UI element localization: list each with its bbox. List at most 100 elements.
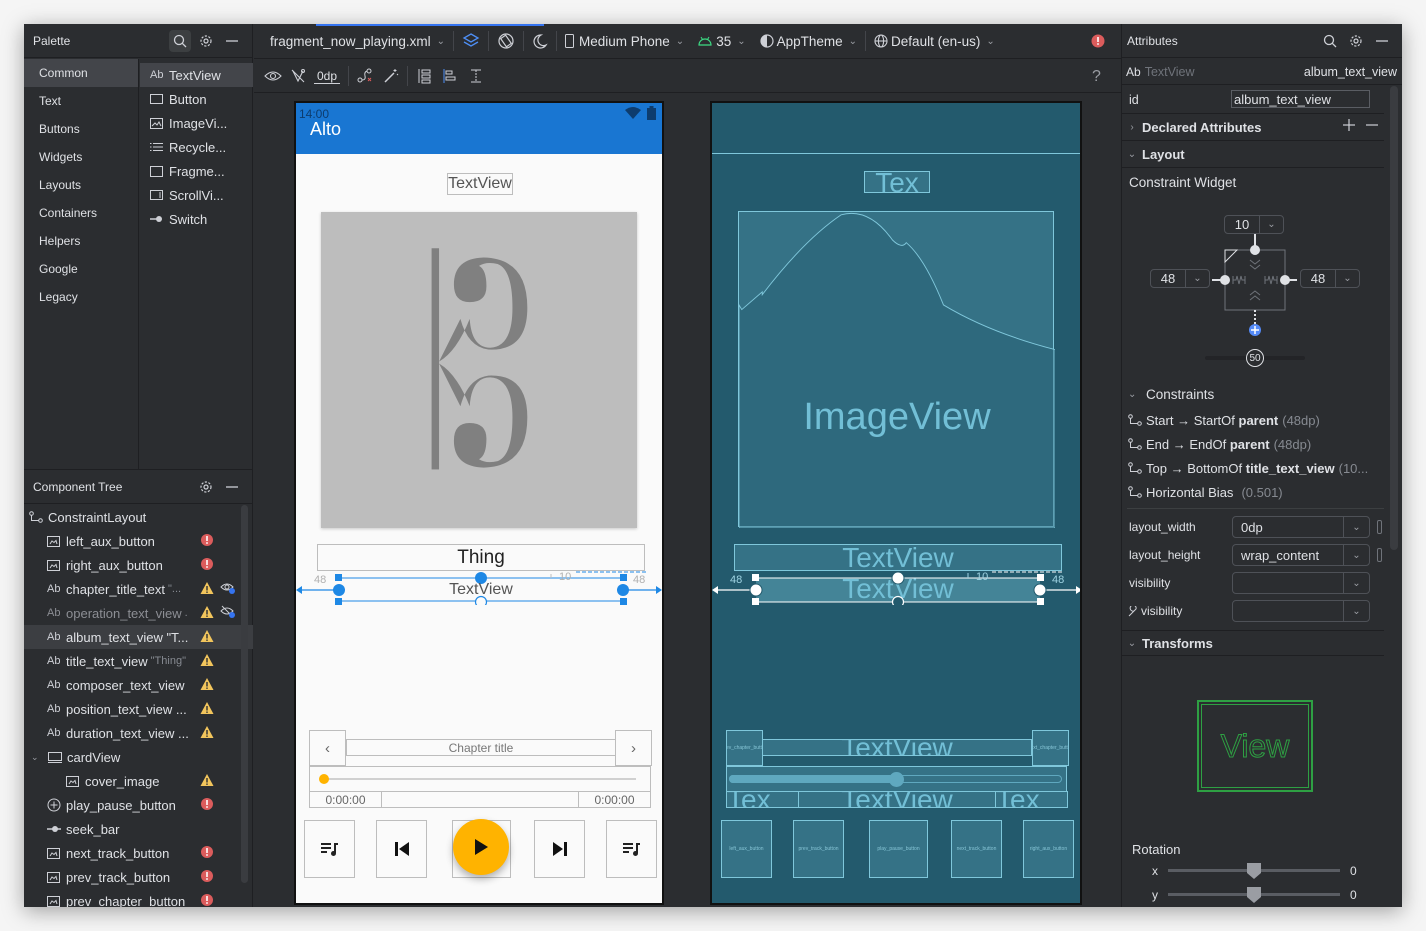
warning-icon[interactable] [200, 605, 216, 621]
attributes-scrollbar[interactable] [1390, 86, 1398, 550]
tree-row-position-text-view[interactable]: Ab position_text_view ... [24, 697, 253, 721]
minimize-icon[interactable] [1371, 30, 1393, 52]
tree-row-prev-chapter-button[interactable]: prev_chapter_button [24, 889, 253, 907]
guidelines-icon[interactable] [468, 68, 484, 84]
palette-category-common[interactable]: Common [24, 59, 138, 87]
tree-row-title-text-view[interactable]: Ab title_text_view "Thing" [24, 649, 253, 673]
design-surface-button[interactable] [462, 32, 480, 50]
blueprint-album-selection[interactable]: TextView 48 48 10 [712, 571, 1080, 605]
visibility-eye-icon[interactable] [220, 581, 236, 597]
infer-constraints-icon[interactable] [383, 68, 399, 84]
tree-row-right-aux-button[interactable]: right_aux_button [24, 553, 253, 577]
warning-icon[interactable] [200, 725, 216, 741]
next-track-button[interactable] [534, 820, 585, 878]
pack-icon[interactable] [416, 68, 432, 84]
blueprint-seek-thumb[interactable] [888, 772, 904, 787]
tree-row-cover-image[interactable]: cover_image [24, 769, 253, 793]
title-text-view[interactable]: Thing [317, 544, 645, 571]
constraint-top[interactable]: Top → BottomOf title_text_view (10... [1128, 456, 1368, 480]
resource-picker-button[interactable] [1377, 548, 1382, 562]
locale-selector[interactable]: Default (en-us) ⌄ [874, 34, 995, 49]
view-options-icon[interactable] [264, 69, 282, 83]
tree-row-prev-track-button[interactable]: prev_track_button [24, 865, 253, 889]
margin-end-dropdown[interactable]: 48 ⌄ [1300, 269, 1360, 288]
transforms-section[interactable]: ⌄ Transforms [1122, 630, 1384, 656]
rotation-y-thumb[interactable] [1247, 887, 1261, 903]
warning-icon[interactable] [200, 581, 216, 597]
constraint-horizontal-bias[interactable]: Horizontal Bias (0.501) [1128, 480, 1283, 504]
layout-height-dropdown[interactable]: wrap_content ⌄ [1232, 544, 1370, 566]
top-textview[interactable]: TextView [447, 173, 513, 195]
prev-chapter-button[interactable]: ‹ [309, 730, 346, 766]
warning-icon[interactable] [200, 629, 216, 645]
seek-bar[interactable] [309, 766, 651, 792]
tree-row-left-aux-button[interactable]: left_aux_button [24, 529, 253, 553]
tree-row-cardview[interactable]: ⌄ cardView [24, 745, 253, 769]
tree-row-composer-text-view[interactable]: Ab composer_text_view [24, 673, 253, 697]
search-icon[interactable] [1319, 30, 1341, 52]
palette-category-containers[interactable]: Containers [24, 199, 138, 227]
palette-item-button[interactable]: Button [140, 87, 253, 111]
palette-item-imageview[interactable]: ImageVi... [140, 111, 253, 135]
palette-item-textview[interactable]: Ab TextView [140, 63, 253, 87]
tree-row-seek-bar[interactable]: seek_bar [24, 817, 253, 841]
error-indicator[interactable] [1091, 34, 1105, 48]
rotation-x-thumb[interactable] [1247, 863, 1261, 879]
palette-item-switch[interactable]: Switch [140, 207, 253, 231]
error-icon[interactable] [200, 533, 216, 549]
seek-thumb[interactable] [319, 774, 329, 784]
align-icon[interactable] [442, 68, 458, 84]
visibility-dropdown[interactable]: ⌄ [1232, 572, 1370, 594]
remove-attribute-icon[interactable] [1365, 118, 1379, 132]
file-selector[interactable]: fragment_now_playing.xml ⌄ [270, 34, 445, 49]
palette-item-scrollview[interactable]: ScrollVi... [140, 183, 253, 207]
error-icon[interactable] [200, 845, 216, 861]
palette-category-layouts[interactable]: Layouts [24, 171, 138, 199]
minimize-icon[interactable] [221, 30, 243, 52]
gear-icon[interactable] [1345, 30, 1367, 52]
vertical-bias-slider[interactable]: 50 [1246, 349, 1264, 367]
chevron-down-icon[interactable]: ⌄ [31, 752, 47, 763]
declared-attributes-section[interactable]: › Declared Attributes [1122, 115, 1384, 141]
palette-category-widgets[interactable]: Widgets [24, 143, 138, 171]
id-input[interactable] [1231, 90, 1370, 108]
constraint-end[interactable]: End → EndOf parent (48dp) [1128, 432, 1311, 456]
blueprint-right-aux-button[interactable]: right_aux_button [1023, 820, 1074, 878]
blueprint-preview[interactable]: Tex ImageView TextView TextView 48 48 10… [710, 101, 1082, 905]
tree-row-duration-text-view[interactable]: Ab duration_text_view ... [24, 721, 253, 745]
next-chapter-button[interactable]: › [615, 730, 652, 766]
palette-category-text[interactable]: Text [24, 87, 138, 115]
left-aux-button[interactable] [304, 820, 355, 878]
help-icon[interactable]: ? [1092, 68, 1101, 86]
tree-scrollbar[interactable] [241, 505, 248, 883]
tree-row-play-pause-button[interactable]: play_pause_button [24, 793, 253, 817]
warning-icon[interactable] [200, 701, 216, 717]
album-text-view[interactable]: TextView [341, 580, 621, 600]
search-icon[interactable] [169, 29, 191, 52]
night-mode-button[interactable] [532, 33, 548, 49]
gear-icon[interactable] [195, 476, 217, 498]
design-canvas[interactable]: 14:00 Alto TextView Thing 48 48 10 TextV… [254, 94, 1121, 907]
constraints-section[interactable]: ⌄ Constraints [1128, 387, 1396, 402]
error-icon[interactable] [200, 557, 216, 573]
gear-icon[interactable] [195, 30, 217, 52]
blueprint-chapter-text[interactable]: TextView [762, 739, 1032, 756]
minimize-icon[interactable] [221, 476, 243, 498]
play-pause-button[interactable] [453, 819, 509, 875]
palette-category-buttons[interactable]: Buttons [24, 115, 138, 143]
tools-visibility-dropdown[interactable]: ⌄ [1232, 600, 1370, 622]
device-selector[interactable]: Medium Phone ⌄ [564, 34, 684, 49]
palette-item-recyclerview[interactable]: Recycle... [140, 135, 253, 159]
tree-row-next-track-button[interactable]: next_track_button [24, 841, 253, 865]
blueprint-left-aux-button[interactable]: left_aux_button [721, 820, 772, 878]
warning-icon[interactable] [200, 677, 216, 693]
tree-row-operation-text-view[interactable]: Ab operation_text_view . [24, 601, 253, 625]
add-attribute-icon[interactable] [1342, 118, 1356, 132]
warning-icon[interactable] [200, 653, 216, 669]
layout-width-dropdown[interactable]: 0dp ⌄ [1232, 516, 1370, 538]
margin-top-dropdown[interactable]: 10 ⌄ [1224, 215, 1284, 234]
autoconnect-icon[interactable] [290, 68, 306, 84]
blueprint-next-chapter-button[interactable]: next_chapter_button [1032, 730, 1069, 766]
design-preview[interactable]: 14:00 Alto TextView Thing 48 48 10 TextV… [294, 101, 664, 905]
orientation-button[interactable] [497, 32, 515, 50]
